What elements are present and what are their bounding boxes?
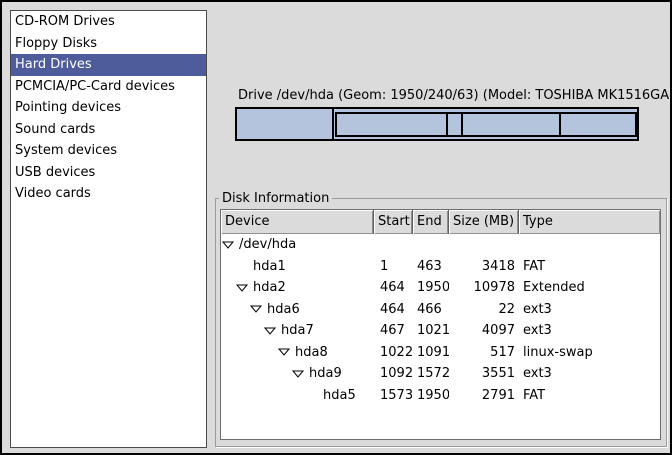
device-name: hda9 xyxy=(309,363,342,385)
device-name: /dev/hda xyxy=(239,234,296,256)
table-header-row: DeviceStartEndSize (MB)Type xyxy=(221,210,660,234)
sidebar-item-video-cards[interactable]: Video cards xyxy=(11,183,206,205)
end-value xyxy=(413,234,449,256)
start-value: 467 xyxy=(374,320,413,342)
device-name: hda1 xyxy=(253,256,286,278)
type-value: linux-swap xyxy=(519,342,660,364)
sidebar-item-sound-cards[interactable]: Sound cards xyxy=(11,119,206,141)
hardware-browser-window: CD-ROM DrivesFloppy DisksHard DrivesPCMC… xyxy=(0,0,672,455)
table-row-hda6[interactable]: hda6 46446622ext3 xyxy=(221,299,660,321)
start-value: 1573 xyxy=(374,385,413,407)
type-value: FAT xyxy=(519,385,660,407)
tree-expander-icon[interactable] xyxy=(264,327,281,335)
device-name: hda7 xyxy=(281,320,314,342)
tree-expander-icon[interactable] xyxy=(278,348,295,356)
table-row-hda8[interactable]: hda8 10221091517linux-swap xyxy=(221,342,660,364)
sidebar-item-usb-devices[interactable]: USB devices xyxy=(11,162,206,184)
column-header-type[interactable]: Type xyxy=(519,210,660,234)
column-header-start[interactable]: Start xyxy=(374,210,413,234)
device-name: hda5 xyxy=(323,385,356,407)
type-value: ext3 xyxy=(519,320,660,342)
column-header-end[interactable]: End xyxy=(413,210,449,234)
device-category-list[interactable]: CD-ROM DrivesFloppy DisksHard DrivesPCMC… xyxy=(10,10,207,448)
disk-information-label: Disk Information xyxy=(219,191,332,206)
table-row-hda7[interactable]: hda7 46710214097ext3 xyxy=(221,320,660,342)
type-value: ext3 xyxy=(519,299,660,321)
logical-partition-divider xyxy=(446,114,448,135)
type-value: ext3 xyxy=(519,363,660,385)
tree-expander-icon[interactable] xyxy=(236,284,253,292)
size-value: 22 xyxy=(449,299,519,321)
end-value: 1021 xyxy=(413,320,449,342)
sidebar-item-hard-drives[interactable]: Hard Drives xyxy=(11,54,206,76)
end-value: 1950 xyxy=(413,277,449,299)
end-value: 466 xyxy=(413,299,449,321)
column-header-device[interactable]: Device xyxy=(221,210,374,234)
column-header-size-mb-[interactable]: Size (MB) xyxy=(449,210,519,234)
partition-divider-hda1 xyxy=(332,109,334,139)
size-value: 517 xyxy=(449,342,519,364)
tree-expander-icon[interactable] xyxy=(292,370,309,378)
start-value: 1022 xyxy=(374,342,413,364)
table-row-hda2[interactable]: hda2 464195010978Extended xyxy=(221,277,660,299)
disk-information-frame: Disk Information DeviceStartEndSize (MB)… xyxy=(215,198,667,447)
end-value: 463 xyxy=(413,256,449,278)
device-name: hda6 xyxy=(267,299,300,321)
size-value: 3418 xyxy=(449,256,519,278)
size-value: 3551 xyxy=(449,363,519,385)
table-row-hda5[interactable]: hda5 157319502791FAT xyxy=(221,385,660,407)
size-value: 10978 xyxy=(449,277,519,299)
start-value xyxy=(374,234,413,256)
size-value: 2791 xyxy=(449,385,519,407)
device-name: hda8 xyxy=(295,342,328,364)
start-value: 464 xyxy=(374,299,413,321)
end-value: 1091 xyxy=(413,342,449,364)
logical-partition-divider xyxy=(559,114,561,135)
end-value: 1572 xyxy=(413,363,449,385)
tree-expander-icon[interactable] xyxy=(250,305,267,313)
extended-partition-box xyxy=(335,112,637,137)
partition-bar xyxy=(235,107,639,141)
end-value: 1950 xyxy=(413,385,449,407)
disk-information-table: DeviceStartEndSize (MB)Type /dev/hdahda1… xyxy=(220,209,661,440)
size-value xyxy=(449,234,519,256)
type-value: FAT xyxy=(519,256,660,278)
sidebar-item-pcmcia-pc-card-devices[interactable]: PCMCIA/PC-Card devices xyxy=(11,76,206,98)
sidebar-item-system-devices[interactable]: System devices xyxy=(11,140,206,162)
table-row-hda9[interactable]: hda9 109215723551ext3 xyxy=(221,363,660,385)
tree-expander-icon[interactable] xyxy=(222,241,239,249)
start-value: 1092 xyxy=(374,363,413,385)
sidebar-item-pointing-devices[interactable]: Pointing devices xyxy=(11,97,206,119)
device-name: hda2 xyxy=(253,277,286,299)
drive-title: Drive /dev/hda (Geom: 1950/240/63) (Mode… xyxy=(238,88,672,103)
start-value: 464 xyxy=(374,277,413,299)
sidebar-item-cd-rom-drives[interactable]: CD-ROM Drives xyxy=(11,11,206,33)
type-value xyxy=(519,234,660,256)
table-row--dev-hda[interactable]: /dev/hda xyxy=(221,234,660,256)
type-value: Extended xyxy=(519,277,660,299)
sidebar-item-floppy-disks[interactable]: Floppy Disks xyxy=(11,33,206,55)
start-value: 1 xyxy=(374,256,413,278)
size-value: 4097 xyxy=(449,320,519,342)
table-body: /dev/hdahda114633418FAThda2464195010978E… xyxy=(221,234,660,439)
table-row-hda1[interactable]: hda1 14633418FAT xyxy=(221,256,660,278)
logical-partition-divider xyxy=(461,114,463,135)
